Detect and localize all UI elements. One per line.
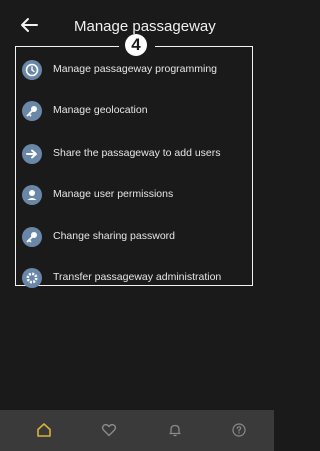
menu-item-label: Change sharing password [53, 230, 175, 242]
menu-item-label: Manage user permissions [53, 188, 174, 200]
arrow-left-icon [21, 18, 38, 32]
user-icon [22, 185, 42, 205]
callout-number: 4 [125, 34, 147, 56]
menu-item-label: Transfer passageway administration [53, 271, 222, 283]
menu-item-label: Manage passageway programming [53, 63, 218, 75]
page-title: Manage passageway [74, 18, 216, 35]
gear-icon [22, 268, 42, 288]
menu-item-manage-programming[interactable]: Manage passageway programming [20, 58, 250, 86]
menu-item-transfer-administration[interactable]: Transfer passageway administration [20, 266, 250, 294]
nav-notifications-button[interactable] [165, 420, 185, 440]
callout-badge: 4 [119, 34, 155, 58]
nav-favorites-button[interactable] [99, 420, 119, 440]
menu-item-user-permissions[interactable]: Manage user permissions [20, 183, 250, 211]
menu-item-label: Share the passageway to add users [53, 147, 221, 159]
menu-item-change-password[interactable]: Change sharing password [20, 225, 250, 253]
bottom-nav-bar [0, 410, 274, 451]
back-button[interactable] [20, 17, 38, 33]
nav-help-button[interactable] [229, 420, 249, 440]
key-icon [22, 227, 42, 247]
help-icon [232, 423, 246, 437]
key-icon [22, 101, 42, 121]
menu-item-label: Manage geolocation [53, 104, 148, 116]
menu-item-share-passageway[interactable]: Share the passageway to add users [20, 142, 250, 170]
home-icon [37, 423, 51, 437]
menu-item-manage-geolocation[interactable]: Manage geolocation [20, 99, 250, 127]
nav-home-button[interactable] [34, 420, 54, 440]
bell-icon [169, 424, 181, 437]
clock-icon [22, 60, 42, 80]
arrow-right-icon [22, 144, 42, 164]
heart-icon [101, 423, 117, 437]
